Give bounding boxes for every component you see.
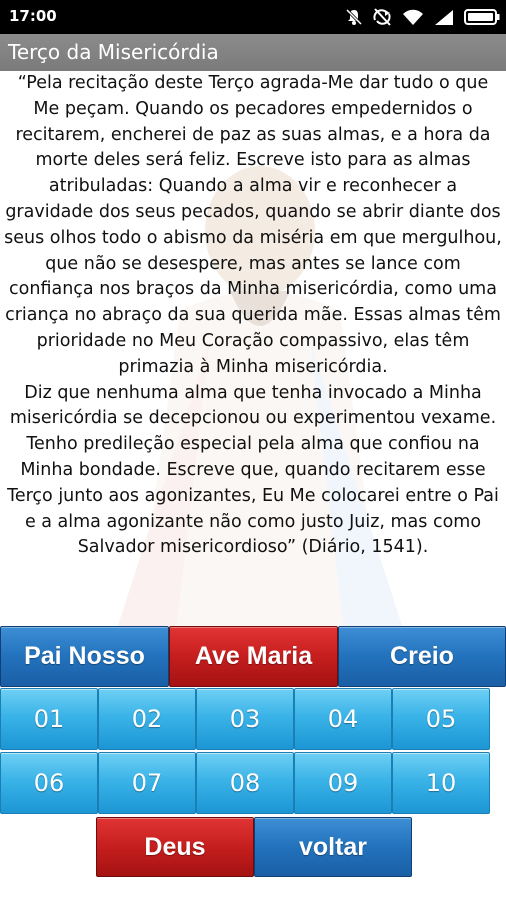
prayer-paragraph: Diz que nenhuma alma que tenha invocado … <box>7 382 499 558</box>
bead-06-button[interactable]: 06 <box>0 752 98 814</box>
ave-maria-button[interactable]: Ave Maria <box>169 626 338 687</box>
bead-08-button[interactable]: 08 <box>196 752 294 814</box>
pai-nosso-button[interactable]: Pai Nosso <box>0 626 169 687</box>
creio-button[interactable]: Creio <box>338 626 506 687</box>
signal-icon <box>434 9 454 26</box>
bead-03-button[interactable]: 03 <box>196 688 294 750</box>
app-bar: Terço da Misericórdia <box>0 34 506 71</box>
sync-off-icon <box>372 8 392 26</box>
mute-icon <box>346 8 362 26</box>
status-bar: 17:00 <box>0 0 506 34</box>
bead-05-button[interactable]: 05 <box>392 688 490 750</box>
button-panel: Pai Nosso Ave Maria Creio 01 02 03 04 05… <box>0 626 506 900</box>
prayer-text: “Pela recitação deste Terço agrada-Me da… <box>4 71 502 561</box>
battery-icon <box>464 9 500 25</box>
bead-10-button[interactable]: 10 <box>392 752 490 814</box>
status-time: 17:00 <box>9 7 57 25</box>
bead-09-button[interactable]: 09 <box>294 752 392 814</box>
wifi-icon <box>402 9 424 26</box>
bead-01-button[interactable]: 01 <box>0 688 98 750</box>
prayer-content[interactable]: “Pela recitação deste Terço agrada-Me da… <box>0 71 506 626</box>
bead-02-button[interactable]: 02 <box>98 688 196 750</box>
status-icons <box>346 7 500 27</box>
page-title: Terço da Misericórdia <box>8 40 219 64</box>
bead-04-button[interactable]: 04 <box>294 688 392 750</box>
deus-button[interactable]: Deus <box>96 817 254 877</box>
voltar-button[interactable]: voltar <box>254 817 412 877</box>
prayer-paragraph: “Pela recitação deste Terço agrada-Me da… <box>4 73 502 377</box>
bead-07-button[interactable]: 07 <box>98 752 196 814</box>
